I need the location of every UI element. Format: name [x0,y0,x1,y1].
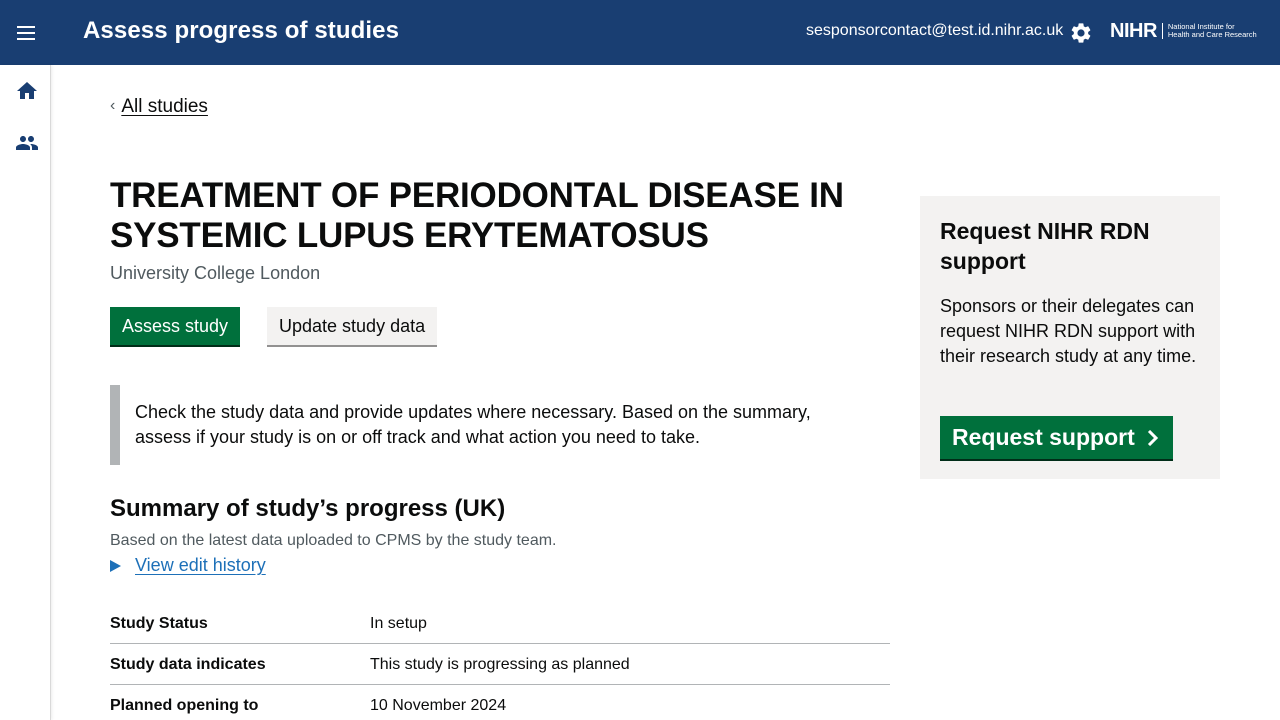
user-email: sesponsorcontact@test.id.nihr.ac.uk [806,22,1064,39]
update-study-data-button[interactable]: Update study data [267,307,438,347]
summary-row: Study data indicates This study is progr… [110,644,890,685]
summary-key: Study data indicates [110,656,266,673]
summary-row: Study Status In setup [110,603,890,644]
triangle-right-icon [110,559,121,572]
summary-note: Based on the latest data uploaded to CPM… [110,532,557,549]
support-panel-body: Sponsors or their delegates can request … [940,296,1197,366]
back-link-all-studies[interactable]: All studies [121,96,208,118]
edit-history-details[interactable]: View edit history [110,555,266,576]
view-edit-history-link[interactable]: View edit history [135,555,266,576]
gear-icon[interactable] [1069,21,1093,45]
assess-study-button[interactable]: Assess study [110,307,241,347]
page-title: TREATMENT OF PERIODONTAL DISEASE IN SYST… [110,176,844,255]
app-title: Assess progress of studies [83,17,400,44]
request-support-button[interactable]: Request support [940,416,1173,461]
chevron-right-icon [1147,429,1158,446]
nihr-logo: NIHR National Institute for Health and C… [1110,19,1257,43]
inset-text: Check the study data and provide updates… [110,385,870,465]
logo-divider [1161,23,1163,39]
breadcrumb: ‹ All studies [110,96,208,118]
summary-heading: Summary of study’s progress (UK) [110,495,506,522]
home-icon[interactable] [15,79,39,103]
logo-subtext: National Institute for Health and Care R… [1167,21,1257,39]
summary-key: Study Status [110,615,208,632]
request-support-label: Request support [952,424,1135,450]
logo-text: NIHR [1110,19,1157,42]
organisation-name: University College London [110,263,321,283]
summary-value: In setup [370,615,427,632]
side-navigation [0,65,51,720]
summary-value: 10 November 2024 [370,697,507,714]
summary-row: Planned opening to 10 November 2024 [110,685,890,720]
summary-value: This study is progressing as planned [370,656,630,673]
support-panel: Request NIHR RDN support Sponsors or the… [920,196,1220,479]
users-icon[interactable] [15,131,39,155]
chevron-left-icon: ‹ [110,97,116,114]
menu-icon[interactable] [14,20,40,46]
top-header: Assess progress of studies sesponsorcont… [0,0,1280,65]
summary-list: Study Status In setup Study data indicat… [110,603,890,720]
summary-key: Planned opening to [110,697,259,714]
support-panel-heading: Request NIHR RDN support [940,218,1150,274]
